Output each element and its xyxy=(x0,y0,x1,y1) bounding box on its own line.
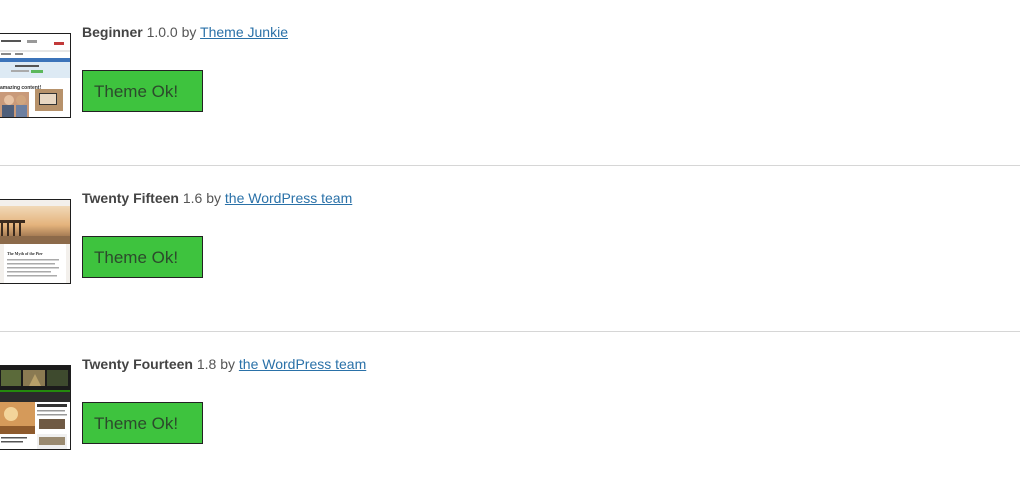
theme-author-link[interactable]: the WordPress team xyxy=(225,190,352,206)
theme-name: Twenty Fifteen xyxy=(82,190,179,206)
theme-name: Beginner xyxy=(82,24,143,40)
theme-version: 1.8 xyxy=(196,356,217,372)
theme-ok-button[interactable]: Theme Ok! xyxy=(82,70,203,112)
theme-info-twenty-fourteen: Twenty Fourteen 1.8 by the WordPress tea… xyxy=(82,354,366,374)
theme-screenshot-beginner: amazing content! xyxy=(0,33,71,118)
theme-info-beginner: Beginner 1.0.0 by Theme Junkie xyxy=(82,22,288,42)
theme-row-twenty-fourteen: Twenty Fourteen 1.8 by the WordPress tea… xyxy=(0,332,1020,498)
theme-version: 1.6 xyxy=(182,190,203,206)
theme-by: by xyxy=(181,24,197,40)
theme-name: Twenty Fourteen xyxy=(82,356,193,372)
theme-screenshot-twenty-fourteen xyxy=(0,365,71,450)
theme-screenshot-twenty-fifteen: The Myth of the Pier xyxy=(0,199,71,284)
theme-version: 1.0.0 xyxy=(146,24,178,40)
theme-row-twenty-fifteen: The Myth of the Pier Twenty Fifteen 1.6 … xyxy=(0,166,1020,332)
theme-ok-button[interactable]: Theme Ok! xyxy=(82,402,203,444)
theme-ok-button[interactable]: Theme Ok! xyxy=(82,236,203,278)
theme-by: by xyxy=(220,356,236,372)
thumb-post-title: The Myth of the Pier xyxy=(7,251,43,256)
theme-by: by xyxy=(206,190,222,206)
theme-author-link[interactable]: Theme Junkie xyxy=(200,24,288,40)
theme-row-beginner: amazing content! Beginner 1.0.0 by Theme… xyxy=(0,0,1020,166)
theme-info-twenty-fifteen: Twenty Fifteen 1.6 by the WordPress team xyxy=(82,188,352,208)
theme-author-link[interactable]: the WordPress team xyxy=(239,356,366,372)
